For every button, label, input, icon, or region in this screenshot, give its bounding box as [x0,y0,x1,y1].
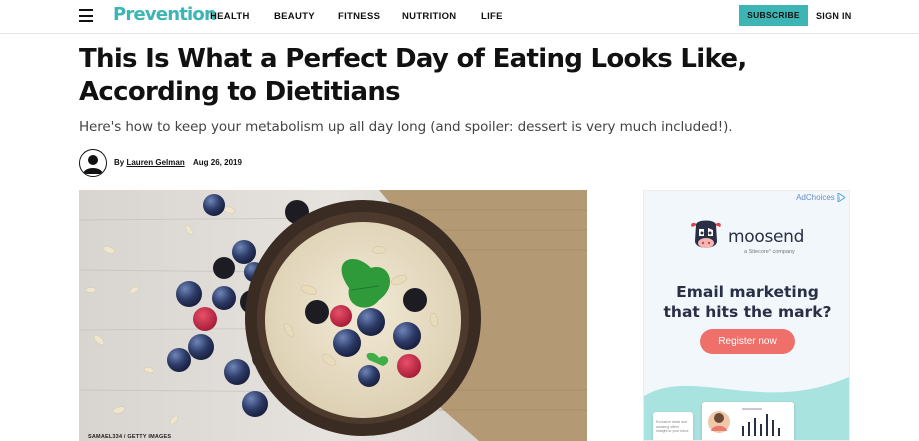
nav-beauty[interactable]: BEAUTY [274,11,315,22]
ad-headline-line-2: that hits the mark? [663,303,832,321]
nav-health[interactable]: HEALTH [210,11,250,22]
nav-nutrition[interactable]: NUTRITION [402,11,456,22]
ad-headline: Email marketing that hits the mark? [644,282,849,322]
ad-headline-line-1: Email marketing [676,283,819,301]
site-logo[interactable]: Prevention [113,4,217,25]
article-title: This Is What a Perfect Day of Eating Loo… [79,43,839,109]
author-avatar-icon[interactable] [79,149,107,177]
author-link[interactable]: Lauren Gelman [126,158,184,167]
sign-in-link[interactable]: SIGN IN [816,11,852,21]
ad-brand-name: moosend [728,227,805,247]
adchoices-link[interactable]: AdChoices i [796,193,845,203]
nav-fitness[interactable]: FITNESS [338,11,380,22]
image-credit: SAMAEL334 / GETTY IMAGES [88,434,172,440]
article-dek: Here's how to keep your metabolism up al… [79,119,733,135]
nav-life[interactable]: LIFE [481,11,503,22]
ad-mini-card: Exclusive deals and amazing offers strai… [653,412,693,440]
svg-text:i: i [839,196,840,202]
adchoices-icon: i [837,193,845,203]
subscribe-button[interactable]: SUBSCRIBE [739,5,808,26]
site-header: Prevention HEALTH BEAUTY FITNESS NUTRITI… [0,0,919,34]
ad-chart-card [702,402,794,440]
hero-image [79,190,587,441]
ad-brand-tagline: a Sitecore° company [744,249,795,255]
article-title-line-1: This Is What a Perfect Day of Eating Loo… [79,44,747,74]
adchoices-label: AdChoices [796,193,835,202]
article-title-line-2: According to Dietitians [79,77,401,107]
menu-icon[interactable] [79,9,93,22]
register-now-button[interactable]: Register now [700,329,795,354]
advertisement[interactable]: AdChoices i moosend a Sitecore° company … [643,190,850,441]
moosend-cow-icon [691,220,721,248]
byline-prefix: By [114,158,125,167]
publish-date: Aug 26, 2019 [193,158,242,167]
byline: By Lauren Gelman [114,158,185,167]
